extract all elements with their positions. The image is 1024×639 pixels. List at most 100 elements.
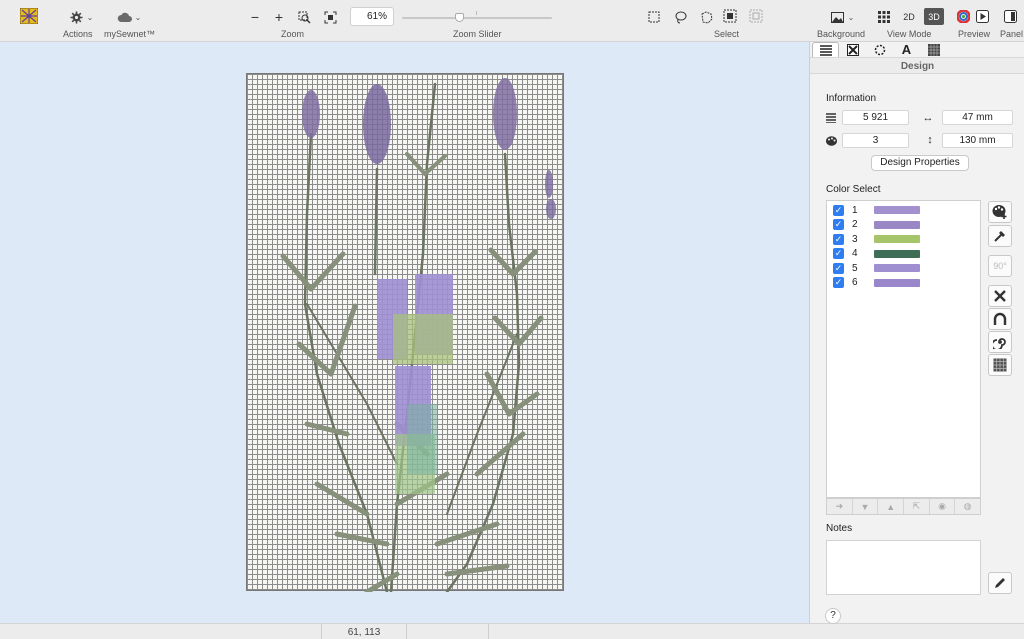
edit-notes-button[interactable] (988, 572, 1012, 594)
color-count-field: 3 (842, 133, 909, 148)
embroidery-hoop-grid[interactable] (246, 73, 565, 592)
select-all-icon (722, 8, 738, 24)
color-row[interactable]: ✓ 4 (833, 247, 920, 261)
background-button[interactable]: ⌄ (828, 9, 856, 25)
sort-colors-button[interactable]: ⇱ (904, 499, 930, 514)
zoom-rectangle-icon (296, 9, 312, 25)
list-icon (818, 42, 834, 58)
freehand-select-button[interactable] (698, 9, 714, 25)
color-checkbox[interactable]: ✓ (833, 204, 844, 216)
merge-colors-button[interactable]: ◉ (930, 499, 956, 514)
eyedropper-button[interactable] (988, 225, 1012, 247)
cursor-coordinates: 61, 113 (347, 627, 381, 638)
mysewnet-button[interactable]: ⌄ (114, 9, 144, 25)
color-checkbox[interactable]: ✓ (833, 262, 844, 274)
color-checkbox[interactable]: ✓ (833, 277, 844, 288)
zoom-slider[interactable] (402, 10, 552, 24)
width-field: 47 mm (942, 110, 1013, 125)
actions-button[interactable]: ⌄ (66, 9, 96, 25)
tab-text[interactable]: A (893, 42, 920, 57)
color-row[interactable]: ✓ 1 (833, 203, 920, 217)
palette-plus-icon (992, 204, 1008, 220)
tab-fill[interactable] (920, 42, 947, 57)
zoom-value-field[interactable]: 61% (350, 7, 394, 26)
lasso-select-button[interactable] (672, 9, 688, 25)
actions-label: Actions (63, 29, 93, 39)
color-row[interactable]: ✓ 6 (833, 276, 920, 290)
rectangle-select-button[interactable] (646, 9, 662, 25)
scissors-icon (992, 288, 1008, 304)
eyedropper-icon (992, 228, 1008, 244)
design-properties-button[interactable]: Design Properties (871, 155, 969, 171)
panel-toggle-button[interactable] (1002, 8, 1018, 25)
circle-dots-icon (872, 42, 888, 58)
gear-icon (69, 9, 85, 25)
color-checkbox[interactable]: ✓ (833, 248, 844, 259)
stitch-count-icon (825, 112, 837, 124)
spiral-tool-button[interactable] (988, 331, 1012, 353)
rotate-90-button[interactable]: 90° (988, 255, 1012, 277)
zoom-to-fit-button[interactable] (322, 9, 338, 25)
move-color-button[interactable]: ➜ (827, 499, 853, 514)
zoom-slider-thumb[interactable] (455, 13, 464, 22)
color-swatch (874, 235, 920, 243)
help-button[interactable]: ? (825, 608, 841, 624)
color-checkbox[interactable]: ✓ (833, 219, 844, 230)
path-tool-button[interactable] (988, 308, 1012, 330)
color-number: 1 (852, 204, 858, 216)
tab-design-info[interactable] (812, 42, 839, 57)
design-canvas[interactable] (0, 42, 809, 623)
stitch-count-field: 5 921 (842, 110, 909, 125)
realistic-preview-button[interactable] (955, 8, 971, 25)
lasso-icon (672, 9, 688, 25)
view-2d-button[interactable]: 2D (899, 8, 919, 25)
mysewnet-label: mySewnet™ (104, 29, 156, 39)
letter-a-icon: A (901, 42, 912, 57)
move-down-button[interactable]: ▼ (853, 499, 879, 514)
remove-stitches-button[interactable] (988, 285, 1012, 307)
zoom-to-rectangle-button[interactable] (296, 9, 312, 25)
notes-textarea[interactable] (826, 540, 981, 595)
chevron-down-icon: ⌄ (86, 12, 94, 22)
tab-stitch-out[interactable] (839, 42, 866, 57)
color-checkbox[interactable]: ✓ (833, 233, 844, 245)
rotate-90-icon: 90° (993, 261, 1007, 271)
color-swatch (874, 220, 920, 229)
select-label: Select (714, 29, 740, 39)
grid-fill-icon (992, 357, 1008, 373)
grid-view-button[interactable] (876, 9, 892, 25)
move-up-button[interactable]: ▲ (878, 499, 905, 514)
background-image-icon (830, 9, 846, 25)
select-none-button[interactable] (748, 8, 764, 24)
status-divider (406, 624, 407, 639)
color-swatch (874, 249, 920, 258)
color-number: 2 (852, 219, 858, 230)
stitch-out-preview-button[interactable] (974, 8, 990, 25)
color-swatch (874, 278, 920, 287)
color-number: 5 (852, 262, 858, 274)
panel-icon (1002, 9, 1018, 25)
color-select-list[interactable]: ✓ 1 ✓ 2 ✓ 3 ✓ 4 ✓ 5 ✓ 6 (826, 200, 981, 498)
color-row[interactable]: ✓ 5 (833, 261, 920, 275)
color-swatch (874, 264, 920, 272)
zoom-in-button[interactable]: + (272, 9, 286, 25)
zoom-slider-track (402, 17, 552, 19)
arch-icon (992, 311, 1008, 327)
color-row[interactable]: ✓ 3 (833, 232, 920, 246)
color-row[interactable]: ✓ 2 (833, 218, 920, 232)
zoom-value: 61% (366, 11, 387, 22)
tab-circle[interactable] (866, 42, 893, 57)
zoom-out-button[interactable]: − (248, 9, 262, 25)
remove-color-button[interactable]: ◍ (955, 499, 980, 514)
cloud-icon (117, 9, 133, 25)
zoom-slider-label: Zoom Slider (453, 29, 502, 39)
zoom-fit-icon (322, 9, 338, 25)
status-divider (488, 624, 489, 639)
panel-tabs: A (810, 42, 1024, 57)
fill-tool-button[interactable] (988, 354, 1012, 376)
view-3d-button[interactable]: 3D (924, 8, 944, 25)
lavender-design[interactable] (247, 74, 565, 592)
add-color-button[interactable] (988, 201, 1012, 223)
select-all-button[interactable] (722, 8, 738, 24)
rectangle-select-icon (646, 9, 662, 25)
